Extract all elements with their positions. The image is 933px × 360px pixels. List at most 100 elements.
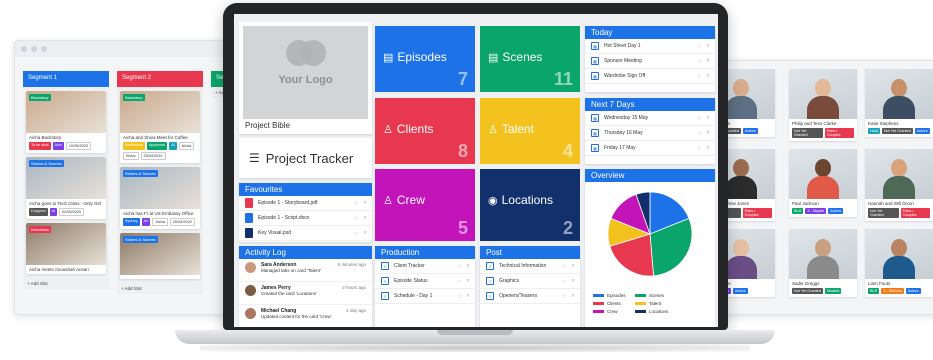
talent-pills: Hold Not Yet Granted Actors — [865, 128, 933, 137]
talent-card[interactable]: Paul Jackson BLH 3 - Maybe Actors — [789, 149, 857, 217]
talent-photo-body — [725, 256, 757, 279]
project-bible-card[interactable]: Your Logo Project Bible — [239, 22, 372, 134]
tile-label-group: ▤ Scenes — [488, 50, 542, 64]
dashboard-screen: Your Logo Project Bible ☰ Project Tracke… — [234, 14, 718, 327]
list-row[interactable]: ≡ Client Tracker ☆ › — [375, 259, 475, 274]
chevron-right-icon[interactable]: › — [707, 73, 709, 79]
tile-scenes[interactable]: ▤ Scenes 11 — [480, 26, 580, 92]
chevron-right-icon[interactable]: › — [707, 58, 709, 64]
list-row-label: Thursday 16 May — [604, 130, 643, 136]
favourite-row[interactable]: Episode 1 - Script.docx ☆ › — [239, 211, 372, 226]
chevron-right-icon[interactable]: › — [707, 130, 709, 136]
chevron-right-icon[interactable]: › — [364, 200, 366, 206]
star-icon[interactable]: ☆ — [457, 278, 462, 285]
status-pill: Aicha — [178, 142, 195, 150]
add-slot-button[interactable]: + Add Slot — [23, 278, 109, 289]
talent-photo-body — [725, 96, 757, 119]
star-icon[interactable]: ☆ — [697, 43, 702, 50]
status-pill: BLH — [792, 208, 804, 214]
status-pill: Melbourne — [123, 142, 145, 150]
talent-photo-body — [883, 256, 915, 279]
chevron-right-icon[interactable]: › — [707, 145, 709, 151]
tile-talent[interactable]: ♙ Talent 4 — [480, 98, 580, 164]
tile-clients[interactable]: ♙ Clients 8 — [375, 98, 475, 164]
segment-card[interactable]: Interviews Aicha meets Anoushah Ansari — [26, 223, 106, 274]
star-icon[interactable]: ☆ — [697, 58, 702, 65]
talent-card[interactable]: Katie Stephens Hold Not Yet Granted Actors — [865, 69, 933, 137]
activity-log-header: Activity Log — [239, 246, 372, 259]
segment-card[interactable]: Backstory Aicha and Shiva Meet for Coffee… — [120, 91, 200, 163]
chevron-right-icon[interactable]: › — [572, 263, 574, 269]
window-chrome — [15, 41, 253, 57]
segment-card[interactable]: Stories & Scenes Aicha goes to Tech Class… — [26, 157, 106, 219]
add-slot-button[interactable]: + Add Slot — [117, 283, 203, 294]
legend-label: Clients — [607, 301, 621, 306]
list-row[interactable]: ≡ Episode Status ☆ › — [375, 274, 475, 289]
activity-row[interactable]: Michael Chang Updated content for the car… — [239, 305, 372, 327]
tile-locations[interactable]: ◉ Locations 2 — [480, 169, 580, 241]
list-row[interactable]: ▦ Hot Sheet Day 1 ☆ › — [585, 39, 715, 54]
segment-card-title: Aicha goes to Tech Class - Only Girl — [29, 201, 101, 206]
list-row[interactable]: ▦ Friday 17 May ☆ › — [585, 141, 715, 156]
tile-crew[interactable]: ♙ Crew 5 — [375, 169, 475, 241]
list-row[interactable]: ▦ Sponsor Meeting ☆ › — [585, 54, 715, 69]
segment-card[interactable]: Stories & Scenes Aicha has Fr at US Embas… — [120, 167, 200, 229]
star-icon[interactable]: ☆ — [457, 293, 462, 300]
chevron-right-icon[interactable]: › — [467, 278, 469, 284]
list-row[interactable]: ▦ Wednesday 15 May ☆ › — [585, 111, 715, 126]
star-icon[interactable]: ☆ — [562, 293, 567, 300]
chevron-right-icon[interactable]: › — [467, 263, 469, 269]
activity-row[interactable]: Sara Anderson Managed tabs on card 'Talen… — [239, 259, 372, 282]
talent-window: nd AdamsNot Yet GrantedActorsPhilip and … — [700, 60, 933, 315]
talent-photo-body — [807, 176, 839, 199]
project-tracker-card[interactable]: ☰ Project Tracker — [239, 138, 372, 178]
list-row[interactable]: ≡ Graphics ☆ › — [480, 274, 580, 289]
talent-photo — [789, 69, 857, 119]
list-row[interactable]: ≡ Schedule - Day 1 ☆ › — [375, 289, 475, 304]
legend-item: Episodes — [593, 293, 629, 298]
star-icon[interactable]: ☆ — [697, 145, 702, 152]
star-icon[interactable]: ☆ — [354, 215, 359, 222]
star-icon[interactable]: ☆ — [354, 200, 359, 207]
star-icon[interactable]: ☆ — [562, 278, 567, 285]
tile-label: Clients — [396, 122, 434, 136]
list-row[interactable]: ≡ Openers/Teasers ☆ › — [480, 289, 580, 304]
segment-card[interactable]: Backstory Aicha Backstory To be shot Aich 10… — [26, 91, 106, 153]
segment-header[interactable]: Segment 1 — [23, 71, 109, 87]
favourite-row[interactable]: Key Visual.psd ☆ › — [239, 226, 372, 241]
star-icon[interactable]: ☆ — [354, 230, 359, 237]
talent-photo-head — [815, 239, 831, 257]
chevron-right-icon[interactable]: › — [707, 115, 709, 121]
file-icon — [245, 228, 253, 238]
status-pill: Dropped — [29, 208, 48, 216]
star-icon[interactable]: ☆ — [697, 73, 702, 80]
chevron-right-icon[interactable]: › — [707, 43, 709, 49]
calendar-icon: ▦ — [591, 72, 599, 80]
star-icon[interactable]: ☆ — [697, 115, 702, 122]
activity-row[interactable]: James Perry Created the card 'Locations' 2… — [239, 282, 372, 305]
segment-card-tag: Backstory — [29, 94, 51, 101]
tile-label-group: ♙ Clients — [383, 122, 434, 136]
chevron-right-icon[interactable]: › — [572, 293, 574, 299]
segment-card[interactable]: Stories & Scenes — [120, 233, 200, 279]
activity-log-panel: Activity Log Sara Anderson Managed tabs o… — [239, 246, 372, 327]
chevron-right-icon[interactable]: › — [572, 278, 574, 284]
list-row[interactable]: ≡ Technical Information ☆ › — [480, 259, 580, 274]
star-icon[interactable]: ☆ — [562, 263, 567, 270]
tile-episodes[interactable]: ▤ Episodes 7 — [375, 26, 475, 92]
star-icon[interactable]: ☆ — [457, 263, 462, 270]
segment-header[interactable]: Segment 2 — [117, 71, 203, 87]
chevron-right-icon[interactable]: › — [364, 230, 366, 236]
chevron-right-icon[interactable]: › — [467, 293, 469, 299]
segment-card-image: Stories & Scenes — [120, 233, 200, 275]
talent-card[interactable]: Sadie Greggs Not Yet Granted Models — [789, 229, 857, 297]
talent-card[interactable]: Philip and Tess Clarke Not Yet Granted Pai… — [789, 69, 857, 141]
list-row[interactable]: ▦ Thursday 16 May ☆ › — [585, 126, 715, 141]
favourite-row[interactable]: Episode 1 - Storyboard.pdf ☆ › — [239, 196, 372, 211]
segments-window: Segment 1 Backstory Aicha Backstory To be s… — [14, 40, 254, 315]
talent-card[interactable]: Hannah and Will Dixon Not Yet Granted Pair… — [865, 149, 933, 221]
star-icon[interactable]: ☆ — [697, 130, 702, 137]
list-row[interactable]: ▦ Wardrobe Sign Off ☆ › — [585, 69, 715, 84]
chevron-right-icon[interactable]: › — [364, 215, 366, 221]
talent-card[interactable]: Liam Fouts BLR 1 - Serious Actors — [865, 229, 933, 297]
